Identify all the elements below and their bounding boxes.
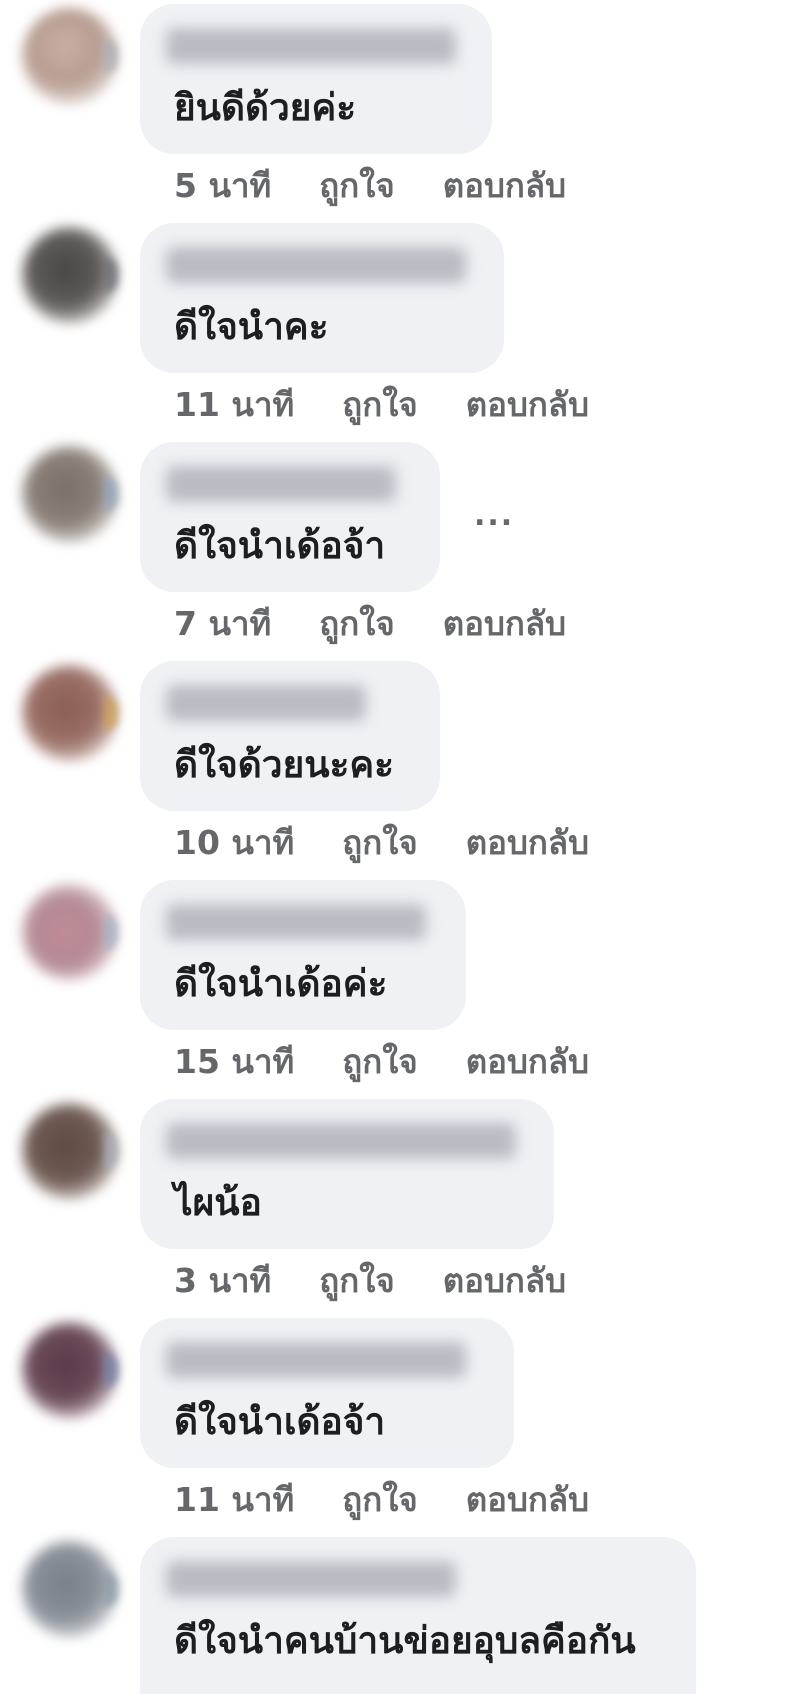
- comment-bubble: ดีใจนำคนบ้านข่อยอุบลคือกัน: [140, 1537, 696, 1694]
- commenter-name-blurred[interactable]: [166, 1342, 466, 1378]
- comment-actions: 7 นาที ถูกใจ ตอบกลับ: [174, 604, 566, 644]
- commenter-name-blurred[interactable]: [166, 904, 426, 940]
- comment-item: ดีใจนำคนบ้านข่อยอุบลคือกัน: [0, 1537, 800, 1694]
- commenter-name-blurred[interactable]: [166, 466, 396, 502]
- comment-text: ดีใจนำเด้อค่ะ: [174, 962, 388, 1005]
- comment-actions: 3 นาที ถูกใจ ตอบกลับ: [174, 1261, 566, 1301]
- comment-actions: 11 นาที ถูกใจ ตอบกลับ: [174, 385, 589, 425]
- more-options-icon[interactable]: ...: [474, 498, 514, 533]
- comment-text: ไผน้อ: [174, 1181, 262, 1224]
- comment-actions: 15 นาที ถูกใจ ตอบกลับ: [174, 1042, 589, 1082]
- comment-bubble: ดีใจนำเด้อจ้า: [140, 442, 440, 592]
- reply-link[interactable]: ตอบกลับ: [466, 385, 589, 425]
- comment-timestamp[interactable]: 3 นาที: [174, 1261, 271, 1301]
- comment-bubble: ยินดีด้วยค่ะ: [140, 4, 492, 154]
- comment-timestamp[interactable]: 11 นาที: [174, 1480, 294, 1520]
- commenter-name-blurred[interactable]: [166, 1561, 456, 1597]
- like-link[interactable]: ถูกใจ: [319, 166, 394, 206]
- comment-text: ดีใจนำคะ: [174, 305, 329, 348]
- comment-text: ดีใจด้วยนะคะ: [174, 743, 395, 786]
- comment-bubble: ไผน้อ: [140, 1099, 554, 1249]
- reply-link[interactable]: ตอบกลับ: [466, 823, 589, 863]
- comment-bubble: ดีใจนำเด้อค่ะ: [140, 880, 466, 1030]
- like-link[interactable]: ถูกใจ: [342, 1042, 417, 1082]
- like-link[interactable]: ถูกใจ: [342, 823, 417, 863]
- comment-item: ไผน้อ 3 นาที ถูกใจ ตอบกลับ: [0, 1099, 800, 1309]
- comment-item: ดีใจนำเด้อค่ะ 15 นาที ถูกใจ ตอบกลับ: [0, 880, 800, 1090]
- commenter-name-blurred[interactable]: [166, 28, 456, 64]
- comment-timestamp[interactable]: 5 นาที: [174, 166, 271, 206]
- comment-item: ดีใจนำเด้อจ้า ... 7 นาที ถูกใจ ตอบกลับ: [0, 442, 800, 652]
- reply-link[interactable]: ตอบกลับ: [443, 604, 566, 644]
- comment-text: ดีใจนำเด้อจ้า: [174, 524, 386, 567]
- like-link[interactable]: ถูกใจ: [342, 385, 417, 425]
- like-link[interactable]: ถูกใจ: [319, 1261, 394, 1301]
- reply-link[interactable]: ตอบกลับ: [466, 1480, 589, 1520]
- comment-actions: 11 นาที ถูกใจ ตอบกลับ: [174, 1480, 589, 1520]
- commenter-name-blurred[interactable]: [166, 685, 366, 721]
- commenter-name-blurred[interactable]: [166, 1123, 516, 1159]
- comment-item: ดีใจนำคะ 11 นาที ถูกใจ ตอบกลับ: [0, 223, 800, 433]
- comment-text: ดีใจนำคนบ้านข่อยอุบลคือกัน: [174, 1619, 636, 1662]
- comment-text: ยินดีด้วยค่ะ: [174, 86, 357, 129]
- comment-timestamp[interactable]: 10 นาที: [174, 823, 294, 863]
- reply-link[interactable]: ตอบกลับ: [443, 1261, 566, 1301]
- commenter-name-blurred[interactable]: [166, 247, 466, 283]
- like-link[interactable]: ถูกใจ: [319, 604, 394, 644]
- comment-item: ยินดีด้วยค่ะ 5 นาที ถูกใจ ตอบกลับ: [0, 4, 800, 214]
- comment-item: ดีใจนำเด้อจ้า 11 นาที ถูกใจ ตอบกลับ: [0, 1318, 800, 1528]
- comment-timestamp[interactable]: 7 นาที: [174, 604, 271, 644]
- reply-link[interactable]: ตอบกลับ: [443, 166, 566, 206]
- like-link[interactable]: ถูกใจ: [342, 1480, 417, 1520]
- comment-text: ดีใจนำเด้อจ้า: [174, 1400, 386, 1443]
- comment-timestamp[interactable]: 11 นาที: [174, 385, 294, 425]
- comment-item: ดีใจด้วยนะคะ 10 นาที ถูกใจ ตอบกลับ: [0, 661, 800, 871]
- comment-actions: 5 นาที ถูกใจ ตอบกลับ: [174, 166, 566, 206]
- reply-link[interactable]: ตอบกลับ: [466, 1042, 589, 1082]
- comment-bubble: ดีใจด้วยนะคะ: [140, 661, 440, 811]
- comment-bubble: ดีใจนำเด้อจ้า: [140, 1318, 514, 1468]
- comment-bubble: ดีใจนำคะ: [140, 223, 504, 373]
- comment-actions: 10 นาที ถูกใจ ตอบกลับ: [174, 823, 589, 863]
- comment-timestamp[interactable]: 15 นาที: [174, 1042, 294, 1082]
